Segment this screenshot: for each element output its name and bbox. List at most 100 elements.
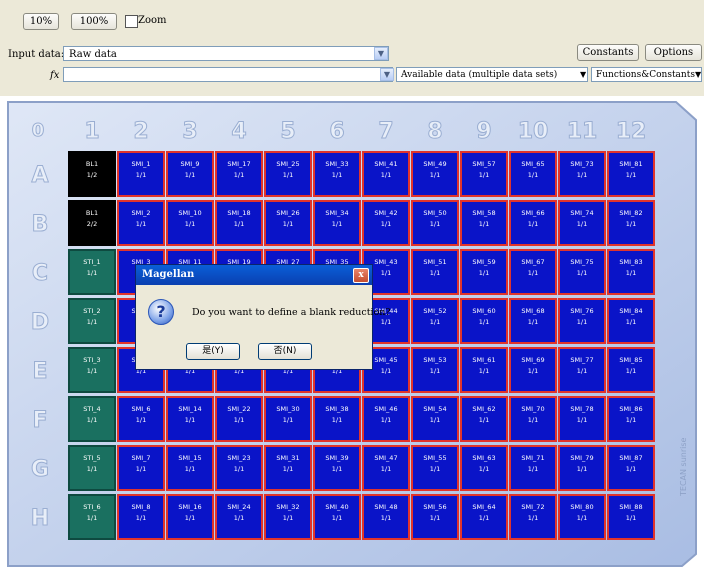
plate-well[interactable]: BL12/2 [68, 200, 116, 246]
plate-well[interactable]: SMI_87 1/1 [607, 445, 655, 491]
plate-well[interactable]: SMI_15 1/1 [166, 445, 214, 491]
plate-well[interactable]: SMI_74 1/1 [558, 200, 606, 246]
plate-well[interactable]: SMI_88 1/1 [607, 494, 655, 540]
plate-well[interactable]: SMI_48 1/1 [362, 494, 410, 540]
plate-well[interactable]: SMI_42 1/1 [362, 200, 410, 246]
plate-well[interactable]: SMI_1 1/1 [117, 151, 165, 197]
plate-well[interactable]: SMI_71 1/1 [509, 445, 557, 491]
input-data-dropdown-icon[interactable]: ▼ [374, 47, 388, 60]
zoom-checkbox[interactable] [125, 15, 138, 28]
plate-well[interactable]: SMI_59 1/1 [460, 249, 508, 295]
plate-well[interactable]: SMI_33 1/1 [313, 151, 361, 197]
plate-well[interactable]: STI_4 1/1 [68, 396, 116, 442]
plate-well[interactable]: SMI_30 1/1 [264, 396, 312, 442]
plate-well[interactable]: SMI_26 1/1 [264, 200, 312, 246]
plate-well[interactable]: SMI_40 1/1 [313, 494, 361, 540]
plate-well[interactable]: SMI_41 1/1 [362, 151, 410, 197]
plate-well[interactable]: SMI_31 1/1 [264, 445, 312, 491]
plate-well[interactable]: SMI_73 1/1 [558, 151, 606, 197]
plate-well[interactable]: SMI_54 1/1 [411, 396, 459, 442]
plate-well[interactable]: SMI_81 1/1 [607, 151, 655, 197]
plate-well[interactable]: STI_3 1/1 [68, 347, 116, 393]
plate-well[interactable]: SMI_82 1/1 [607, 200, 655, 246]
plate-well[interactable]: SMI_58 1/1 [460, 200, 508, 246]
plate-well[interactable]: SMI_38 1/1 [313, 396, 361, 442]
plate-well[interactable]: SMI_46 1/1 [362, 396, 410, 442]
plate-well[interactable]: SMI_67 1/1 [509, 249, 557, 295]
plate-well[interactable]: SMI_2 1/1 [117, 200, 165, 246]
plate-well[interactable]: SMI_84 1/1 [607, 298, 655, 344]
plate-well[interactable]: SMI_8 1/1 [117, 494, 165, 540]
formula-dropdown-icon[interactable]: ▼ [380, 68, 394, 81]
plate-well[interactable]: SMI_18 1/1 [215, 200, 263, 246]
plate-well[interactable]: SMI_47 1/1 [362, 445, 410, 491]
formula-input[interactable] [63, 67, 393, 82]
plate-well[interactable]: SMI_7 1/1 [117, 445, 165, 491]
close-icon[interactable]: x [353, 268, 369, 283]
plate-well[interactable]: SMI_32 1/1 [264, 494, 312, 540]
plate-well[interactable]: SMI_70 1/1 [509, 396, 557, 442]
plate-well[interactable]: SMI_79 1/1 [558, 445, 606, 491]
plate-well[interactable]: SMI_25 1/1 [264, 151, 312, 197]
options-button[interactable]: Options [645, 44, 702, 61]
plate-well[interactable]: SMI_64 1/1 [460, 494, 508, 540]
plate-well[interactable]: STI_5 1/1 [68, 445, 116, 491]
plate-well[interactable]: SMI_85 1/1 [607, 347, 655, 393]
functions-constants-select[interactable]: Functions&Constants [591, 67, 702, 82]
constants-button[interactable]: Constants [577, 44, 639, 61]
plate-well[interactable]: SMI_55 1/1 [411, 445, 459, 491]
plate-well[interactable]: SMI_39 1/1 [313, 445, 361, 491]
plate-well[interactable]: SMI_22 1/1 [215, 396, 263, 442]
plate-well[interactable]: SMI_77 1/1 [558, 347, 606, 393]
plate-well[interactable]: SMI_57 1/1 [460, 151, 508, 197]
available-data-select[interactable]: Available data (multiple data sets) [396, 67, 588, 82]
plate-well[interactable]: STI_2 1/1 [68, 298, 116, 344]
row-label-G: G [31, 457, 49, 482]
plate-well[interactable]: SMI_51 1/1 [411, 249, 459, 295]
well-name: SMI_75 [570, 258, 593, 266]
plate-well[interactable]: SMI_24 1/1 [215, 494, 263, 540]
plate-well[interactable]: SMI_34 1/1 [313, 200, 361, 246]
plate-well[interactable]: SMI_72 1/1 [509, 494, 557, 540]
plate-well[interactable]: SMI_63 1/1 [460, 445, 508, 491]
plate-well[interactable]: SMI_14 1/1 [166, 396, 214, 442]
plate-well[interactable]: SMI_86 1/1 [607, 396, 655, 442]
plate-well[interactable]: SMI_16 1/1 [166, 494, 214, 540]
input-data-select[interactable]: Raw data [63, 46, 389, 61]
plate-well[interactable]: SMI_53 1/1 [411, 347, 459, 393]
plate-well[interactable]: STI_1 1/1 [68, 249, 116, 295]
plate-well[interactable]: SMI_17 1/1 [215, 151, 263, 197]
plate-well[interactable]: BL11/2 [68, 151, 116, 197]
plate-well[interactable]: SMI_76 1/1 [558, 298, 606, 344]
plate-well[interactable]: SMI_56 1/1 [411, 494, 459, 540]
yes-button[interactable]: 是(Y) [186, 343, 240, 360]
plate-well[interactable]: SMI_65 1/1 [509, 151, 557, 197]
plate-well[interactable]: SMI_6 1/1 [117, 396, 165, 442]
plate-well[interactable]: SMI_23 1/1 [215, 445, 263, 491]
plate-well[interactable]: SMI_75 1/1 [558, 249, 606, 295]
plate-well[interactable]: SMI_49 1/1 [411, 151, 459, 197]
zoom-10-button[interactable]: 10% [23, 13, 59, 30]
plate-well[interactable]: SMI_60 1/1 [460, 298, 508, 344]
plate-well[interactable]: SMI_66 1/1 [509, 200, 557, 246]
well-replicate: 1/1 [577, 416, 587, 424]
plate-well[interactable]: STI_6 1/1 [68, 494, 116, 540]
plate-well[interactable]: SMI_83 1/1 [607, 249, 655, 295]
plate-well[interactable]: SMI_61 1/1 [460, 347, 508, 393]
zoom-100-button[interactable]: 100% [71, 13, 117, 30]
plate-well[interactable]: SMI_68 1/1 [509, 298, 557, 344]
plate-well[interactable]: SMI_62 1/1 [460, 396, 508, 442]
well-name: SMI_8 [131, 503, 150, 511]
plate-well[interactable]: SMI_50 1/1 [411, 200, 459, 246]
plate-well[interactable]: SMI_80 1/1 [558, 494, 606, 540]
available-data-arrow-icon[interactable]: ▼ [580, 70, 586, 79]
well-name: SMI_84 [619, 307, 642, 315]
no-button[interactable]: 否(N) [258, 343, 312, 360]
plate-well[interactable]: SMI_52 1/1 [411, 298, 459, 344]
plate-well[interactable]: SMI_78 1/1 [558, 396, 606, 442]
plate-well[interactable]: SMI_9 1/1 [166, 151, 214, 197]
plate-well[interactable]: SMI_10 1/1 [166, 200, 214, 246]
fx-label: fx [50, 70, 60, 81]
plate-well[interactable]: SMI_69 1/1 [509, 347, 557, 393]
functions-arrow-icon[interactable]: ▼ [695, 70, 701, 79]
